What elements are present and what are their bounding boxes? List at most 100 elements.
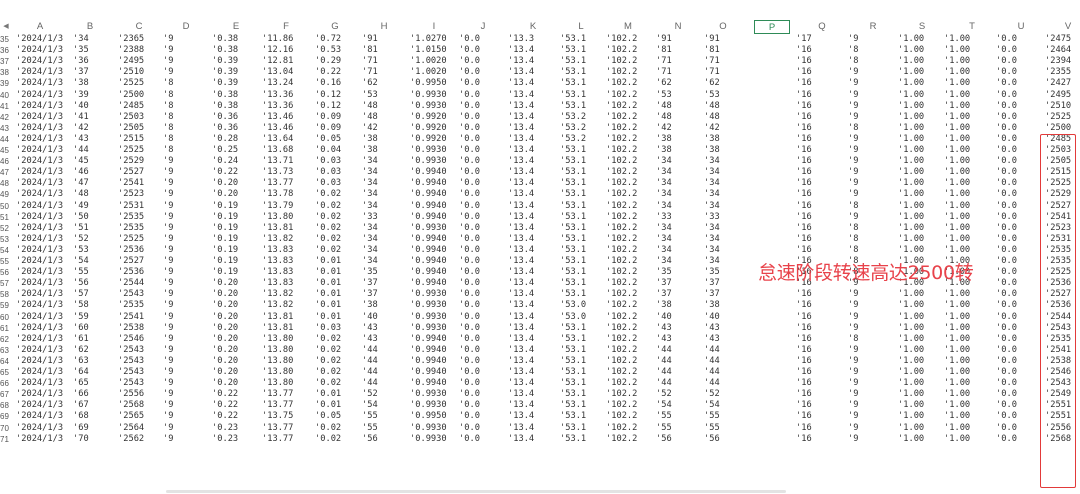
cell-u[interactable]: '0.0 [996, 112, 1045, 123]
cell-r[interactable]: '9 [848, 78, 898, 89]
cell-k[interactable]: '13.4 [508, 189, 560, 200]
cell-k[interactable]: '13.4 [508, 312, 560, 323]
cell-l[interactable]: '53.1 [560, 423, 606, 434]
cell-n[interactable]: '55 [656, 411, 704, 422]
cell-e[interactable]: '0.20 [212, 312, 262, 323]
cell-g[interactable]: '0.04 [315, 145, 362, 156]
cell-h[interactable]: '37 [362, 289, 410, 300]
cell-h[interactable]: '37 [362, 278, 410, 289]
cell-s[interactable]: '1.00 [898, 312, 944, 323]
row-number[interactable]: 46 [0, 156, 12, 167]
cell-q[interactable]: '16 [796, 56, 848, 67]
cell-a[interactable]: '2024/1/3 [16, 34, 73, 45]
cell-h[interactable]: '48 [362, 112, 410, 123]
cell-o[interactable]: '91 [704, 34, 746, 45]
cell-b[interactable]: '38 [73, 78, 118, 89]
cell-h[interactable]: '34 [362, 234, 410, 245]
cell-t[interactable]: '1.00 [944, 356, 996, 367]
cell-e[interactable]: '0.19 [212, 201, 262, 212]
cell-f[interactable]: '13.81 [262, 312, 315, 323]
cell-n[interactable]: '40 [656, 312, 704, 323]
cell-e[interactable]: '0.25 [212, 145, 262, 156]
cell-h[interactable]: '44 [362, 378, 410, 389]
cell-b[interactable]: '67 [73, 400, 118, 411]
cell-f[interactable]: '13.80 [262, 378, 315, 389]
cell-o[interactable]: '53 [704, 90, 746, 101]
cell-j[interactable]: '0.0 [459, 90, 508, 101]
cell-o[interactable]: '34 [704, 245, 746, 256]
cell-t[interactable]: '1.00 [944, 201, 996, 212]
cell-g[interactable]: '0.01 [315, 300, 362, 311]
cell-o[interactable]: '44 [704, 378, 746, 389]
cell-t[interactable]: '1.00 [944, 56, 996, 67]
row-number[interactable]: 69 [0, 411, 12, 422]
cell-f[interactable]: '13.04 [262, 67, 315, 78]
cell-j[interactable]: '0.0 [459, 323, 508, 334]
cell-t[interactable]: '1.00 [944, 67, 996, 78]
cell-q[interactable]: '16 [796, 378, 848, 389]
cell-a[interactable]: '2024/1/3 [16, 234, 73, 245]
cell-o[interactable]: '37 [704, 289, 746, 300]
cell-q[interactable]: '16 [796, 112, 848, 123]
cell-d[interactable]: '9 [163, 267, 212, 278]
cell-u[interactable]: '0.0 [996, 212, 1045, 223]
cell-e[interactable]: '0.38 [212, 90, 262, 101]
cell-n[interactable]: '91 [656, 34, 704, 45]
cell-l[interactable]: '53.1 [560, 201, 606, 212]
cell-m[interactable]: '102.2 [606, 334, 656, 345]
cell-j[interactable]: '0.0 [459, 378, 508, 389]
cell-b[interactable]: '37 [73, 67, 118, 78]
cell-i[interactable]: '0.9930 [410, 223, 459, 234]
cell-t[interactable]: '1.00 [944, 367, 996, 378]
cell-c[interactable]: '2541 [118, 178, 163, 189]
cell-a[interactable]: '2024/1/3 [16, 256, 73, 267]
cell-e[interactable]: '0.20 [212, 289, 262, 300]
cell-d[interactable]: '9 [163, 356, 212, 367]
cell-m[interactable]: '102.2 [606, 378, 656, 389]
cell-o[interactable]: '52 [704, 389, 746, 400]
cell-v[interactable]: '2464 [1045, 45, 1080, 56]
cell-t[interactable]: '1.00 [944, 245, 996, 256]
cell-j[interactable]: '0.0 [459, 67, 508, 78]
cell-o[interactable]: '34 [704, 223, 746, 234]
row-number[interactable]: 58 [0, 289, 12, 300]
cell-c[interactable]: '2388 [118, 45, 163, 56]
cell-n[interactable]: '33 [656, 212, 704, 223]
cell-u[interactable]: '0.0 [996, 434, 1045, 445]
cell-b[interactable]: '57 [73, 289, 118, 300]
cell-b[interactable]: '43 [73, 134, 118, 145]
cell-b[interactable]: '47 [73, 178, 118, 189]
cell-a[interactable]: '2024/1/3 [16, 312, 73, 323]
cell-k[interactable]: '13.4 [508, 223, 560, 234]
cell-a[interactable]: '2024/1/3 [16, 334, 73, 345]
cell-n[interactable]: '53 [656, 90, 704, 101]
cell-u[interactable]: '0.0 [996, 223, 1045, 234]
cell-j[interactable]: '0.0 [459, 101, 508, 112]
cell-e[interactable]: '0.20 [212, 300, 262, 311]
cell-u[interactable]: '0.0 [996, 267, 1045, 278]
cell-d[interactable]: '9 [163, 400, 212, 411]
cell-q[interactable]: '16 [796, 145, 848, 156]
cell-i[interactable]: '0.9950 [410, 411, 459, 422]
cell-b[interactable]: '53 [73, 245, 118, 256]
cell-a[interactable]: '2024/1/3 [16, 300, 73, 311]
cell-b[interactable]: '58 [73, 300, 118, 311]
cell-a[interactable]: '2024/1/3 [16, 201, 73, 212]
cell-d[interactable]: '8 [163, 101, 212, 112]
cell-g[interactable]: '0.02 [315, 423, 362, 434]
column-header-g[interactable]: G [325, 20, 345, 34]
cell-k[interactable]: '13.4 [508, 289, 560, 300]
cell-g[interactable]: '0.02 [315, 345, 362, 356]
cell-q[interactable]: '16 [796, 156, 848, 167]
cell-v[interactable]: '2510 [1045, 101, 1080, 112]
cell-c[interactable]: '2485 [118, 101, 163, 112]
row-number[interactable]: 68 [0, 400, 12, 411]
cell-t[interactable]: '1.00 [944, 234, 996, 245]
cell-l[interactable]: '53.1 [560, 189, 606, 200]
cell-n[interactable]: '38 [656, 300, 704, 311]
cell-m[interactable]: '102.2 [606, 45, 656, 56]
cell-q[interactable]: '16 [796, 434, 848, 445]
cell-q[interactable]: '16 [796, 389, 848, 400]
cell-l[interactable]: '53.1 [560, 34, 606, 45]
cell-d[interactable]: '9 [163, 234, 212, 245]
